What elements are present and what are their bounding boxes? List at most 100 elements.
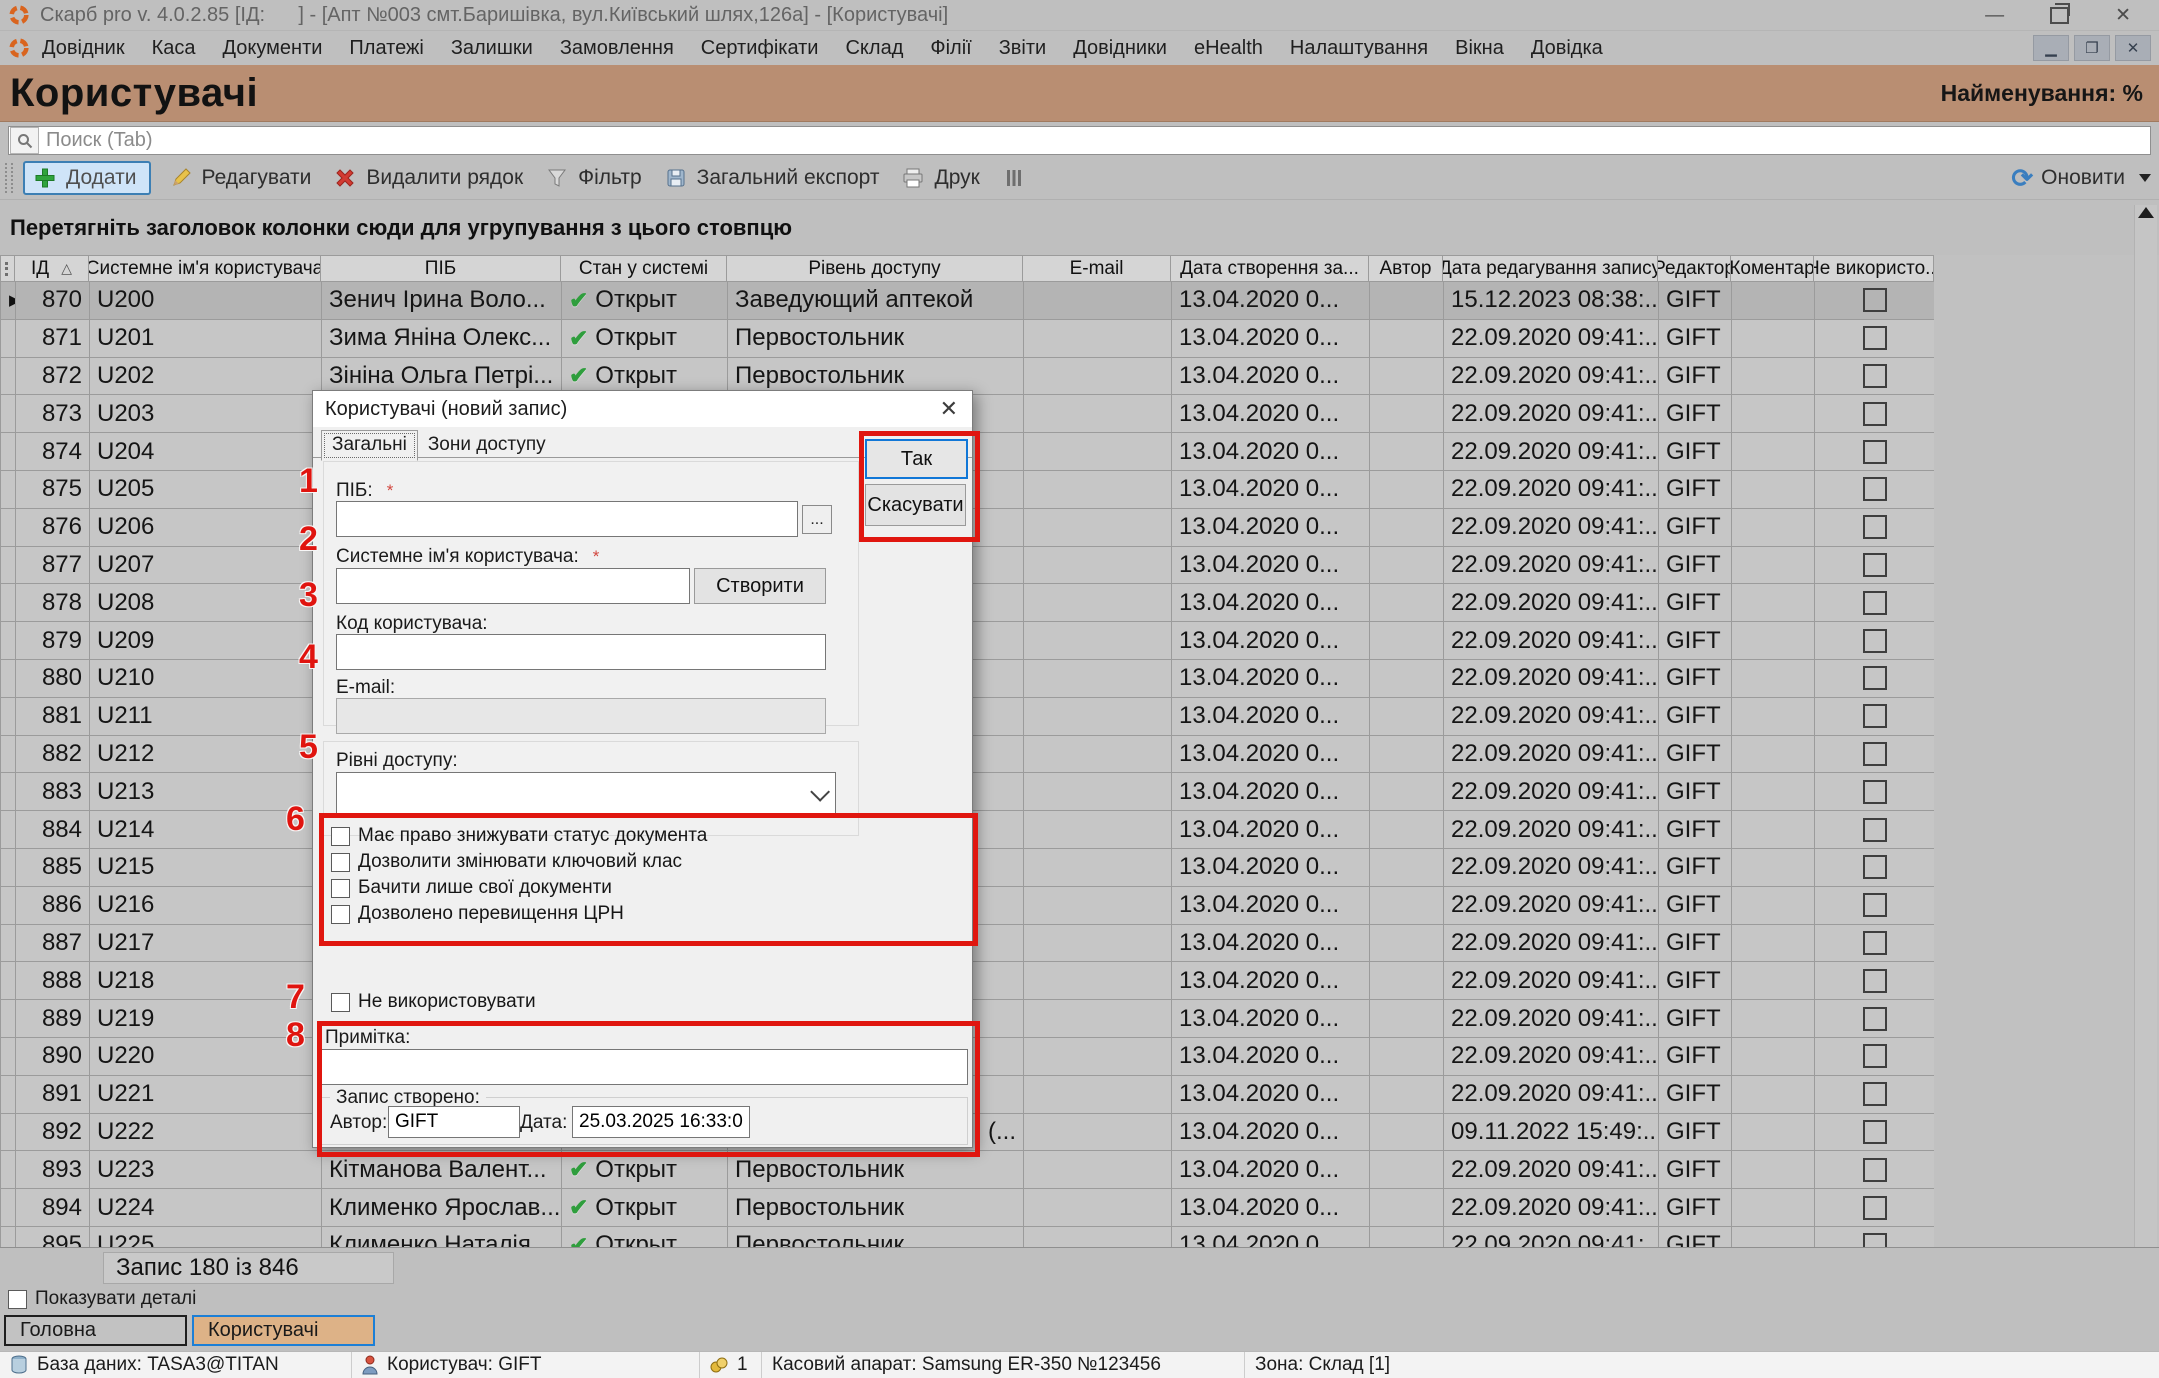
not-used-checkbox[interactable] [1863,288,1887,312]
permission-checkbox-1[interactable] [331,853,350,872]
menu-item-10[interactable]: Довідники [1073,37,1167,60]
not-used-checkbox[interactable] [1863,969,1887,993]
columns-icon[interactable] [1002,166,1026,190]
menu-item-0[interactable]: Довідник [42,37,125,60]
not-used-checkbox[interactable] [1863,666,1887,690]
restore-icon[interactable] [2050,7,2069,24]
mdi-close-icon[interactable]: ✕ [2115,35,2151,61]
edit-button[interactable]: Редагувати [169,166,312,190]
not-used-checkbox[interactable] [1863,591,1887,615]
delete-row-button[interactable]: Видалити рядок [333,166,523,190]
column-header-6[interactable]: Дата створення за... [1171,256,1369,282]
not-used-checkbox[interactable] [1863,1158,1887,1182]
menu-item-5[interactable]: Замовлення [560,37,674,60]
ok-button[interactable]: Так [865,439,968,479]
print-button[interactable]: Друк [901,166,979,190]
not-used-checkbox[interactable] [1863,402,1887,426]
not-used-checkbox[interactable] [1863,364,1887,388]
permission-checkbox-2[interactable] [331,879,350,898]
table-row[interactable]: 871U201Зима Яніна Олекс...✔ОткрытПервост… [1,320,1934,358]
levels-select[interactable] [336,772,836,816]
menu-item-2[interactable]: Документи [223,37,323,60]
refresh-button[interactable]: ⟳ Оновити [2011,165,2125,191]
pib-input[interactable] [336,501,798,537]
not-used-checkbox[interactable] [1863,818,1887,842]
column-header-0[interactable]: ІД△ [15,256,89,282]
not-used-checkbox[interactable] [1863,931,1887,955]
column-header-4[interactable]: Рівень доступу [727,256,1023,282]
not-used-checkbox[interactable] [1863,1196,1887,1220]
export-button[interactable]: Загальний експорт [664,166,880,190]
column-header-1[interactable]: Системне ім'я користувача [89,256,321,282]
not-used-checkbox[interactable] [1863,1233,1887,1247]
note-input[interactable] [321,1049,968,1085]
menu-item-13[interactable]: Вікна [1455,37,1504,60]
menu-item-9[interactable]: Звіти [999,37,1046,60]
author-input[interactable] [388,1106,520,1138]
add-button[interactable]: Додати [23,161,151,195]
create-sysname-button[interactable]: Створити [694,568,826,604]
toolbar-grip[interactable] [5,163,13,193]
not-used-checkbox[interactable] [1863,440,1887,464]
dialog-tab-general[interactable]: Загальні [321,430,418,461]
column-header-10[interactable]: Коментар [1731,256,1814,282]
column-header-11[interactable]: Не використо... [1814,256,1934,282]
column-header-9[interactable]: Редактор [1658,256,1731,282]
menu-item-4[interactable]: Залишки [451,37,533,60]
menu-item-11[interactable]: eHealth [1194,37,1263,60]
table-row[interactable]: 895U225Клименко Наталія✔ОткрытПервостоль… [1,1227,1934,1247]
not-used-checkbox[interactable] [1863,1120,1887,1144]
menu-item-1[interactable]: Каса [152,37,196,60]
column-header-5[interactable]: E-mail [1023,256,1171,282]
search-input[interactable]: Поиск (Tab) [8,126,2151,155]
not-used-checkbox[interactable] [1863,893,1887,917]
close-icon[interactable]: ✕ [2115,6,2131,25]
mdi-restore-icon[interactable]: ❐ [2074,35,2110,61]
minimize-icon[interactable]: — [1985,6,2004,25]
menu-item-12[interactable]: Налаштування [1290,37,1428,60]
menu-item-6[interactable]: Сертифікати [701,37,819,60]
not-used-checkbox[interactable] [1863,1007,1887,1031]
not-used-checkbox[interactable] [1863,742,1887,766]
not-used-checkbox[interactable] [1863,704,1887,728]
cancel-button[interactable]: Скасувати [865,484,966,526]
show-details-checkbox[interactable] [8,1290,27,1309]
email-input[interactable] [336,698,826,734]
pib-lookup-button[interactable]: ... [802,505,832,534]
sysname-input[interactable] [336,568,690,604]
permission-checkbox-3[interactable] [331,905,350,924]
menu-item-8[interactable]: Філії [930,37,971,60]
table-row[interactable]: ▶870U200Зенич Ірина Воло...✔ОткрытЗаведу… [1,282,1934,320]
dialog-close-icon[interactable]: ✕ [940,398,958,420]
vertical-scrollbar[interactable] [2134,205,2157,1247]
column-header-8[interactable]: Дата редагування запису [1443,256,1658,282]
not-used-checkbox[interactable] [1863,1082,1887,1106]
mdi-minimize-icon[interactable]: ▁ [2033,35,2069,61]
not-used-checkbox[interactable] [1863,855,1887,879]
not-used-checkbox[interactable] [1863,515,1887,539]
toolbar-overflow-icon[interactable] [2139,174,2151,182]
not-use-checkbox[interactable] [331,993,350,1012]
column-header-3[interactable]: Стан у системі [561,256,727,282]
filter-button[interactable]: Фільтр [545,166,641,190]
not-used-checkbox[interactable] [1863,326,1887,350]
tab-users[interactable]: Користувачі [192,1315,375,1346]
dialog-tab-zones[interactable]: Зони доступу [418,431,556,460]
menu-item-3[interactable]: Платежі [349,37,423,60]
not-used-checkbox[interactable] [1863,780,1887,804]
table-row[interactable]: 893U223Кітманова Валент...✔ОткрытПервост… [1,1151,1934,1189]
not-used-checkbox[interactable] [1863,553,1887,577]
table-row[interactable]: 894U224Клименко Ярослав...✔ОткрытПервост… [1,1189,1934,1227]
menu-item-14[interactable]: Довідка [1531,37,1603,60]
date-input[interactable] [572,1106,750,1138]
not-used-checkbox[interactable] [1863,477,1887,501]
scroll-up-icon[interactable] [2138,207,2154,218]
permission-checkbox-0[interactable] [331,827,350,846]
user-code-input[interactable] [336,634,826,670]
column-header-2[interactable]: ПІБ [321,256,561,282]
not-used-checkbox[interactable] [1863,1044,1887,1068]
tab-home[interactable]: Головна [4,1315,187,1346]
column-header-7[interactable]: Автор [1369,256,1443,282]
not-used-checkbox[interactable] [1863,629,1887,653]
menu-item-7[interactable]: Склад [845,37,903,60]
